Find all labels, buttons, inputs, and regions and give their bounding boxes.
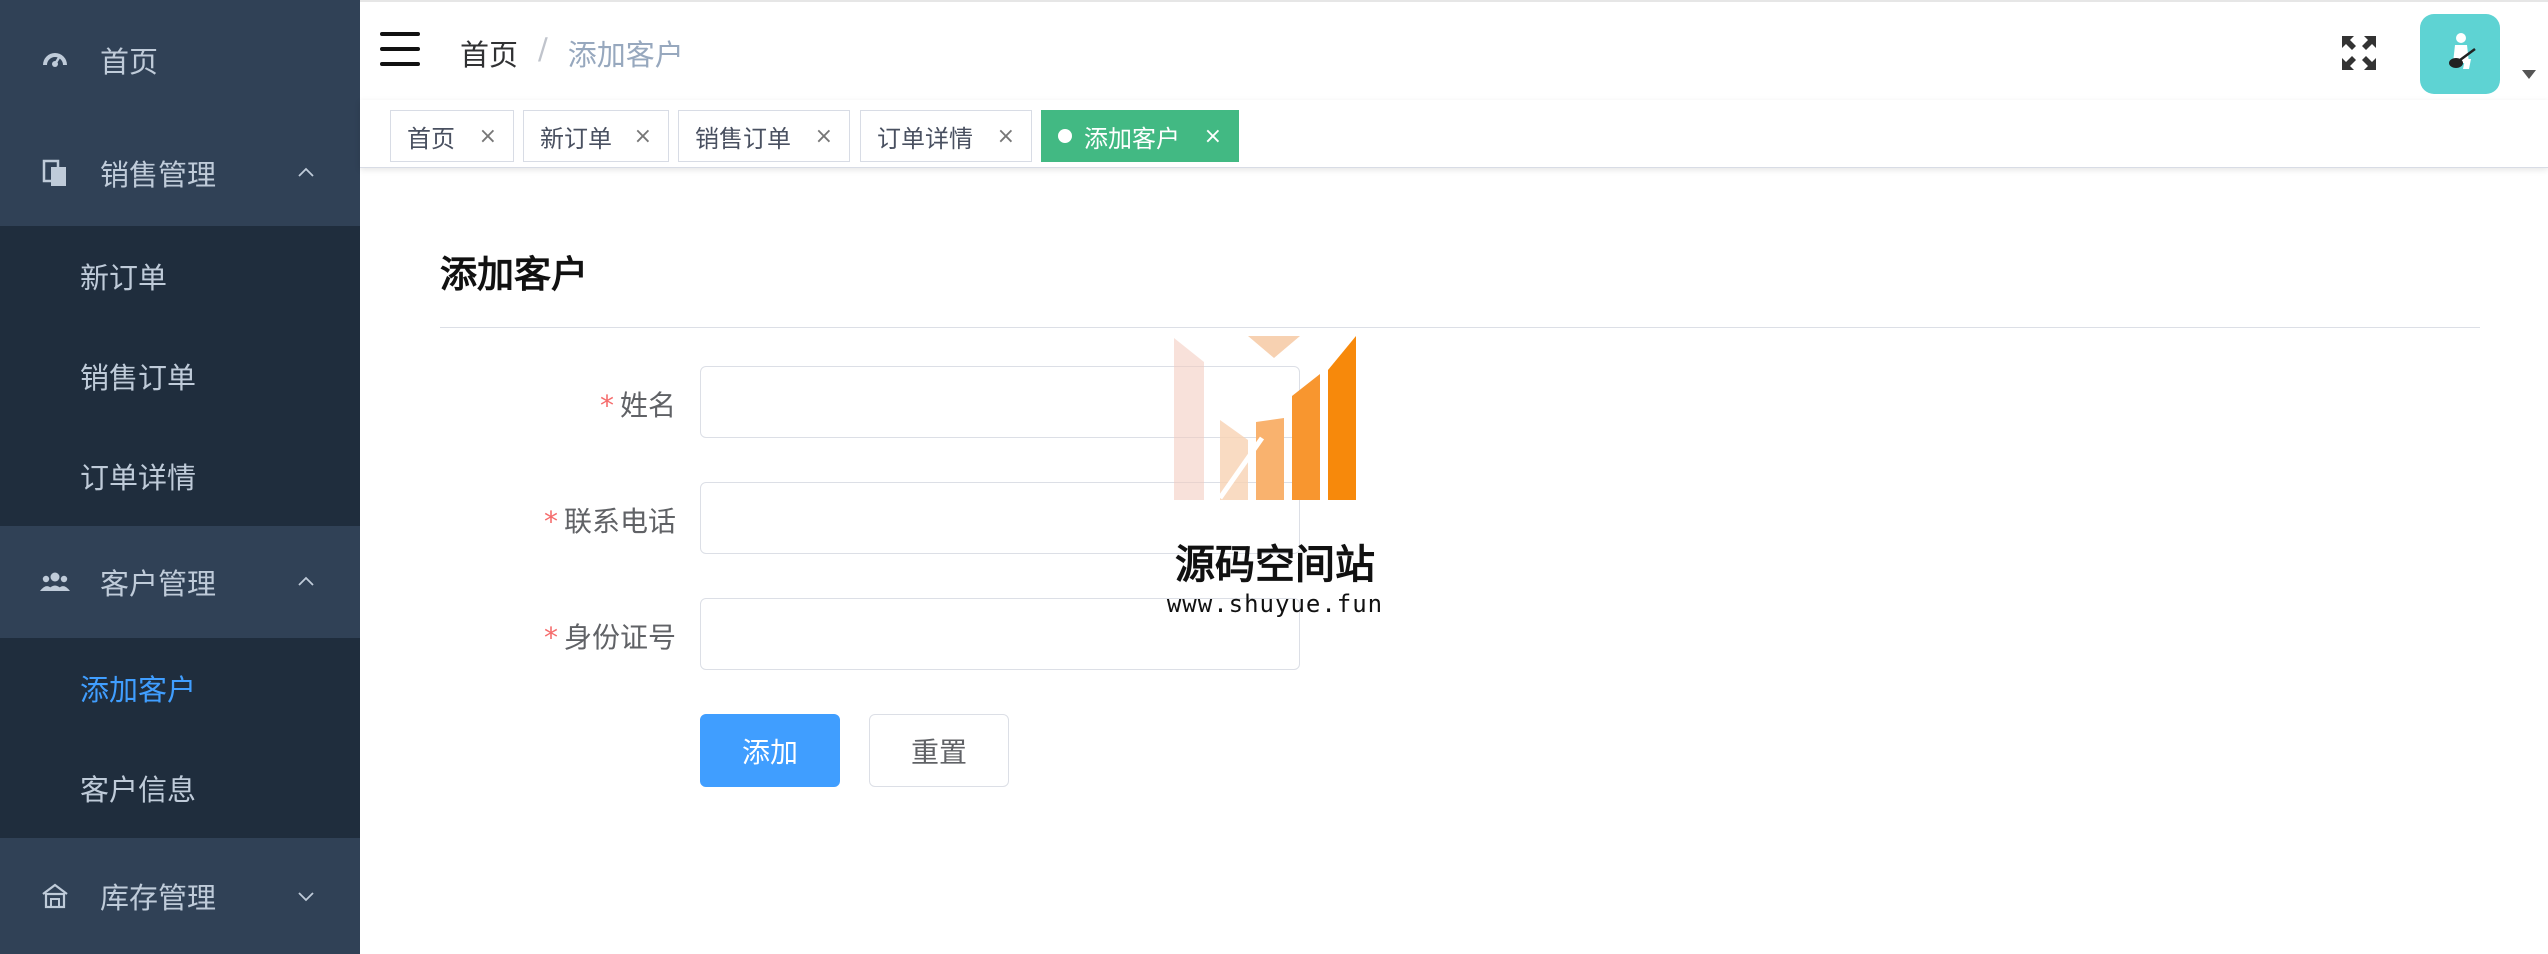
sidebar-item-inventory[interactable]: 库存管理 [0,838,360,954]
tags-view: 首页 × 新订单 × 销售订单 × 订单详情 × 添加客户 × [360,100,2548,168]
sidebar-item-add-customer[interactable]: 添加客户 [0,638,360,738]
avatar[interactable] [2420,14,2500,94]
fullscreen-icon[interactable] [2340,34,2378,72]
add-button[interactable]: 添加 [700,714,840,787]
sidebar-item-label: 首页 [100,45,159,79]
chevron-down-icon [298,892,314,902]
tag-home[interactable]: 首页 × [390,110,514,162]
close-icon[interactable]: × [815,124,833,149]
close-icon[interactable]: × [634,124,652,149]
tag-add-customer[interactable]: 添加客户 × [1041,110,1239,162]
required-mark: * [543,621,558,654]
documents-icon [40,158,70,188]
tag-order-details[interactable]: 订单详情 × [860,110,1032,162]
divider [440,327,2480,328]
sidebar-item-customer-info[interactable]: 客户信息 [0,738,360,838]
required-mark: * [543,505,558,538]
close-icon[interactable]: × [997,124,1015,149]
close-icon[interactable]: × [479,124,497,149]
sidebar-item-order-details[interactable]: 订单详情 [0,426,360,526]
watermark-url: www.shuyue.fun [1166,590,1384,618]
required-mark: * [599,389,614,422]
customers-submenu: 添加客户 客户信息 [0,638,360,838]
sidebar-item-new-order[interactable]: 新订单 [0,226,360,326]
sidebar: 首页 销售管理 新订单 销售订单 订单详情 客户管理 添加客户 客户信息 库存管… [0,0,360,954]
sales-submenu: 新订单 销售订单 订单详情 [0,226,360,526]
tag-sales-orders[interactable]: 销售订单 × [678,110,850,162]
sidebar-item-sales-orders[interactable]: 销售订单 [0,326,360,426]
phone-label: * 联系电话 [543,505,676,538]
page-title: 添加客户 [440,253,588,296]
name-label: * 姓名 [599,389,676,422]
hamburger-icon[interactable] [380,32,420,66]
breadcrumb-home[interactable]: 首页 [460,32,518,74]
caret-down-icon[interactable] [2522,70,2536,79]
sidebar-item-sales[interactable]: 销售管理 [0,120,360,226]
navbar: 首页 / 添加客户 [360,0,2548,100]
guitar-player-icon [2449,33,2476,69]
sidebar-item-customers[interactable]: 客户管理 [0,526,360,638]
active-dot-icon [1058,129,1072,143]
dashboard-icon [40,45,70,75]
warehouse-icon [40,881,70,911]
sidebar-item-label: 销售管理 [100,158,217,192]
reset-button[interactable]: 重置 [869,714,1009,787]
breadcrumb-current: 添加客户 [567,38,684,72]
breadcrumb: 首页 / 添加客户 [460,32,684,74]
breadcrumb-separator: / [538,32,548,66]
id-number-label: * 身份证号 [543,621,676,654]
sidebar-item-home[interactable]: 首页 [0,0,360,120]
tag-new-order[interactable]: 新订单 × [523,110,669,162]
close-icon[interactable]: × [1204,124,1222,149]
sidebar-item-label: 客户管理 [100,567,217,601]
watermark-title: 源码空间站 [1175,542,1375,588]
chevron-up-icon [298,576,314,586]
people-icon [40,567,70,597]
sidebar-item-label: 库存管理 [100,881,217,915]
chevron-up-icon [298,167,314,177]
